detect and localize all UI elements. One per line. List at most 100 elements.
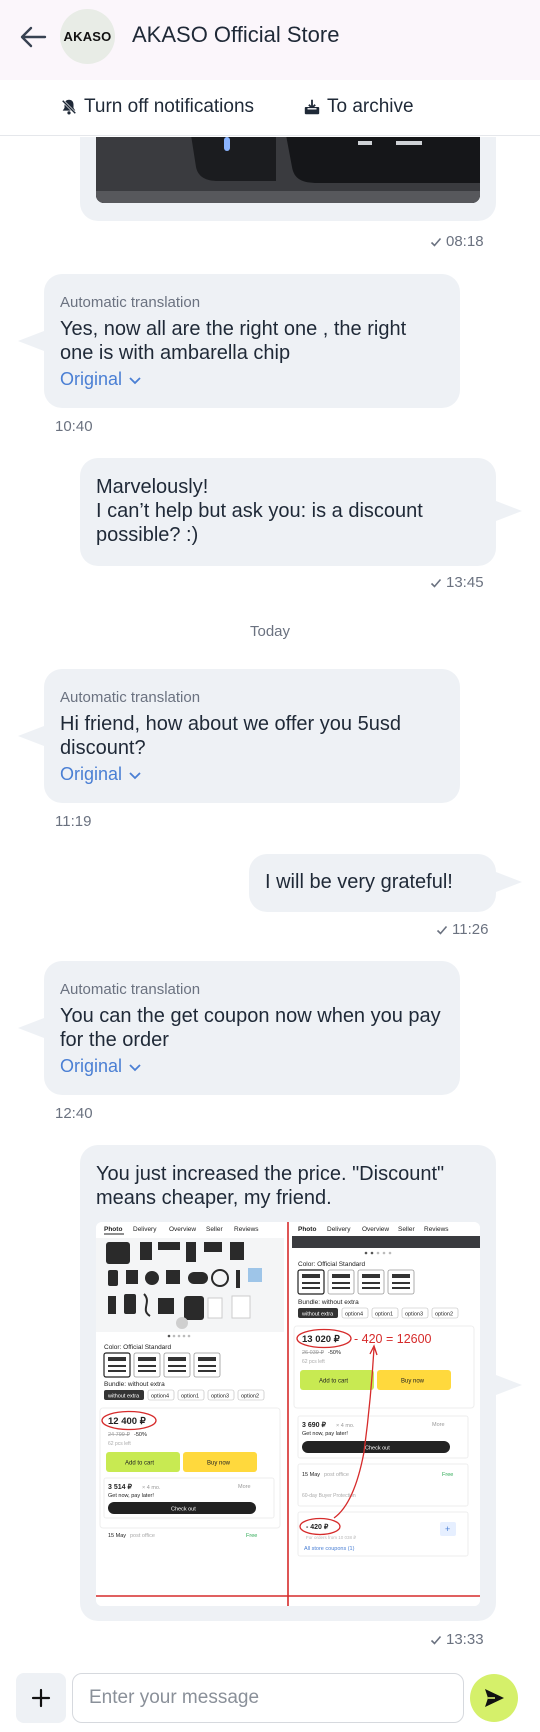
notifications-label: Turn off notifications bbox=[84, 96, 255, 117]
chevron-down-icon bbox=[129, 1063, 141, 1071]
bubble-tail bbox=[496, 501, 522, 521]
right-option1: option1 bbox=[375, 1312, 393, 1318]
tab-photo: Photo bbox=[104, 1226, 122, 1233]
chat-actions-bar: Turn off notifications To archive bbox=[0, 80, 540, 136]
right-discount: -50% bbox=[328, 1350, 341, 1356]
tab-overview: Overview bbox=[169, 1226, 196, 1233]
option2: option2 bbox=[241, 1394, 259, 1400]
original-toggle[interactable]: Original bbox=[60, 1056, 444, 1077]
message-bubble-incoming: Automatic translation Yes, now all are t… bbox=[44, 274, 460, 408]
back-arrow-icon[interactable] bbox=[18, 22, 48, 52]
message-composer bbox=[0, 1659, 540, 1732]
right-stock: 62 pcs left bbox=[302, 1359, 325, 1365]
right-option4: option4 bbox=[345, 1312, 363, 1318]
message-time: 13:45 bbox=[430, 574, 484, 591]
right-installment-suffix: × 4 mo. bbox=[336, 1423, 355, 1429]
original-label: Original bbox=[60, 764, 123, 784]
left-old-price: 24 799 ₽ bbox=[108, 1431, 130, 1438]
left-buy-now: Buy now bbox=[207, 1461, 231, 1467]
left-delivery-type: post office bbox=[130, 1533, 155, 1539]
attached-screenshot[interactable]: Photo Delivery Overview Seller Reviews C… bbox=[96, 1222, 480, 1606]
message-time: 11:19 bbox=[55, 813, 92, 830]
message-time: 10:40 bbox=[55, 418, 93, 435]
right-tab-overview: Overview bbox=[362, 1226, 389, 1233]
chat-messages[interactable]: 08:18 Automatic translation Yes, now all… bbox=[0, 137, 540, 1659]
message-bubble-incoming: Automatic translation Hi friend, how abo… bbox=[44, 669, 460, 803]
bubble-tail bbox=[18, 1018, 44, 1038]
right-price: 13 020 ₽ bbox=[302, 1334, 341, 1345]
message-input[interactable] bbox=[72, 1673, 464, 1723]
message-time-text: 08:18 bbox=[446, 233, 484, 250]
bubble-tail bbox=[496, 872, 522, 892]
message-bubble-outgoing: I will be very grateful! bbox=[249, 854, 496, 912]
right-delivery-free: Free bbox=[442, 1472, 453, 1478]
message-text-line1: Marvelously! bbox=[96, 476, 209, 498]
original-toggle[interactable]: Original bbox=[60, 369, 444, 390]
message-time: 08:18 bbox=[430, 233, 484, 250]
message-bubble-outgoing: Marvelously! I can’t help but ask you: i… bbox=[80, 458, 496, 566]
automatic-translation-label: Automatic translation bbox=[60, 689, 201, 706]
automatic-translation-label: Automatic translation bbox=[60, 981, 201, 998]
left-more: More bbox=[238, 1484, 251, 1490]
attach-button[interactable] bbox=[16, 1673, 66, 1723]
message-text: You just increased the price. "Discount"… bbox=[96, 1163, 445, 1209]
option1: option1 bbox=[181, 1394, 199, 1400]
message-text-line2: I can’t help but ask you: is a discount … bbox=[96, 500, 423, 546]
store-avatar[interactable]: AKASO bbox=[60, 9, 115, 64]
right-installment: 3 690 ₽ bbox=[302, 1421, 326, 1429]
right-more: More bbox=[432, 1422, 445, 1428]
message-text: I will be very grateful! bbox=[265, 871, 453, 893]
option3: option3 bbox=[211, 1394, 229, 1400]
date-separator: Today bbox=[249, 623, 291, 640]
archive-label: To archive bbox=[327, 96, 414, 117]
left-price: 12 400 ₽ bbox=[108, 1416, 147, 1427]
left-discount: -50% bbox=[134, 1432, 147, 1438]
right-coupon-note: For orders from 10 038 ₽ bbox=[306, 1535, 357, 1540]
right-option-without-extra: without extra bbox=[301, 1312, 334, 1318]
right-pay-later: Get now, pay later! bbox=[302, 1431, 348, 1437]
turn-off-notifications-button[interactable]: Turn off notifications bbox=[60, 96, 254, 118]
price-calculation-annotation: - 420 = 12600 bbox=[354, 1332, 432, 1346]
left-pay-later: Get now, pay later! bbox=[108, 1493, 154, 1499]
avatar-logo-text: AKASO bbox=[63, 29, 112, 44]
message-time-text: 13:45 bbox=[446, 574, 484, 591]
send-button[interactable] bbox=[470, 1674, 518, 1722]
left-installment-suffix: × 4 mo. bbox=[142, 1485, 161, 1491]
option4: option4 bbox=[151, 1394, 169, 1400]
message-time: 11:26 bbox=[436, 921, 488, 938]
to-archive-button[interactable]: To archive bbox=[303, 96, 414, 118]
comparison-screenshot-image: Photo Delivery Overview Seller Reviews C… bbox=[96, 1222, 480, 1606]
left-delivery-free: Free bbox=[246, 1533, 257, 1539]
color-label: Color: Official Standard bbox=[104, 1344, 171, 1351]
store-title[interactable]: AKASO Official Store bbox=[132, 22, 339, 48]
right-option3: option3 bbox=[405, 1312, 423, 1318]
send-icon bbox=[485, 1689, 504, 1707]
left-installment: 3 514 ₽ bbox=[108, 1483, 132, 1491]
coupon-plus-icon: + bbox=[445, 1524, 450, 1534]
message-time: 12:40 bbox=[55, 1105, 93, 1122]
original-toggle[interactable]: Original bbox=[60, 764, 444, 785]
right-tab-photo: Photo bbox=[298, 1226, 316, 1233]
check-icon bbox=[430, 578, 442, 588]
message-photo[interactable] bbox=[96, 137, 480, 203]
chevron-down-icon bbox=[129, 376, 141, 384]
right-checkout: Check out bbox=[365, 1446, 390, 1452]
message-time-text: 11:26 bbox=[452, 921, 489, 938]
right-protection: 60-day Buyer Protection bbox=[302, 1493, 356, 1499]
right-old-price: 26 039 ₽ bbox=[302, 1349, 324, 1356]
automatic-translation-label: Automatic translation bbox=[60, 294, 201, 311]
right-buy-now: Buy now bbox=[401, 1379, 425, 1385]
right-option2: option2 bbox=[435, 1312, 453, 1318]
message-bubble-incoming: Automatic translation You can the get co… bbox=[44, 961, 460, 1095]
bubble-tail bbox=[18, 331, 44, 351]
chat-header: AKASO AKASO Official Store bbox=[0, 0, 540, 80]
right-tab-delivery: Delivery bbox=[327, 1226, 351, 1233]
check-icon bbox=[436, 925, 448, 935]
tab-delivery: Delivery bbox=[133, 1226, 157, 1233]
tab-reviews: Reviews bbox=[234, 1226, 259, 1233]
original-label: Original bbox=[60, 369, 123, 389]
plus-icon bbox=[31, 1688, 51, 1708]
check-icon bbox=[430, 1635, 442, 1645]
right-color-label: Color: Official Standard bbox=[298, 1261, 365, 1268]
message-time-text: 13:33 bbox=[446, 1631, 484, 1648]
